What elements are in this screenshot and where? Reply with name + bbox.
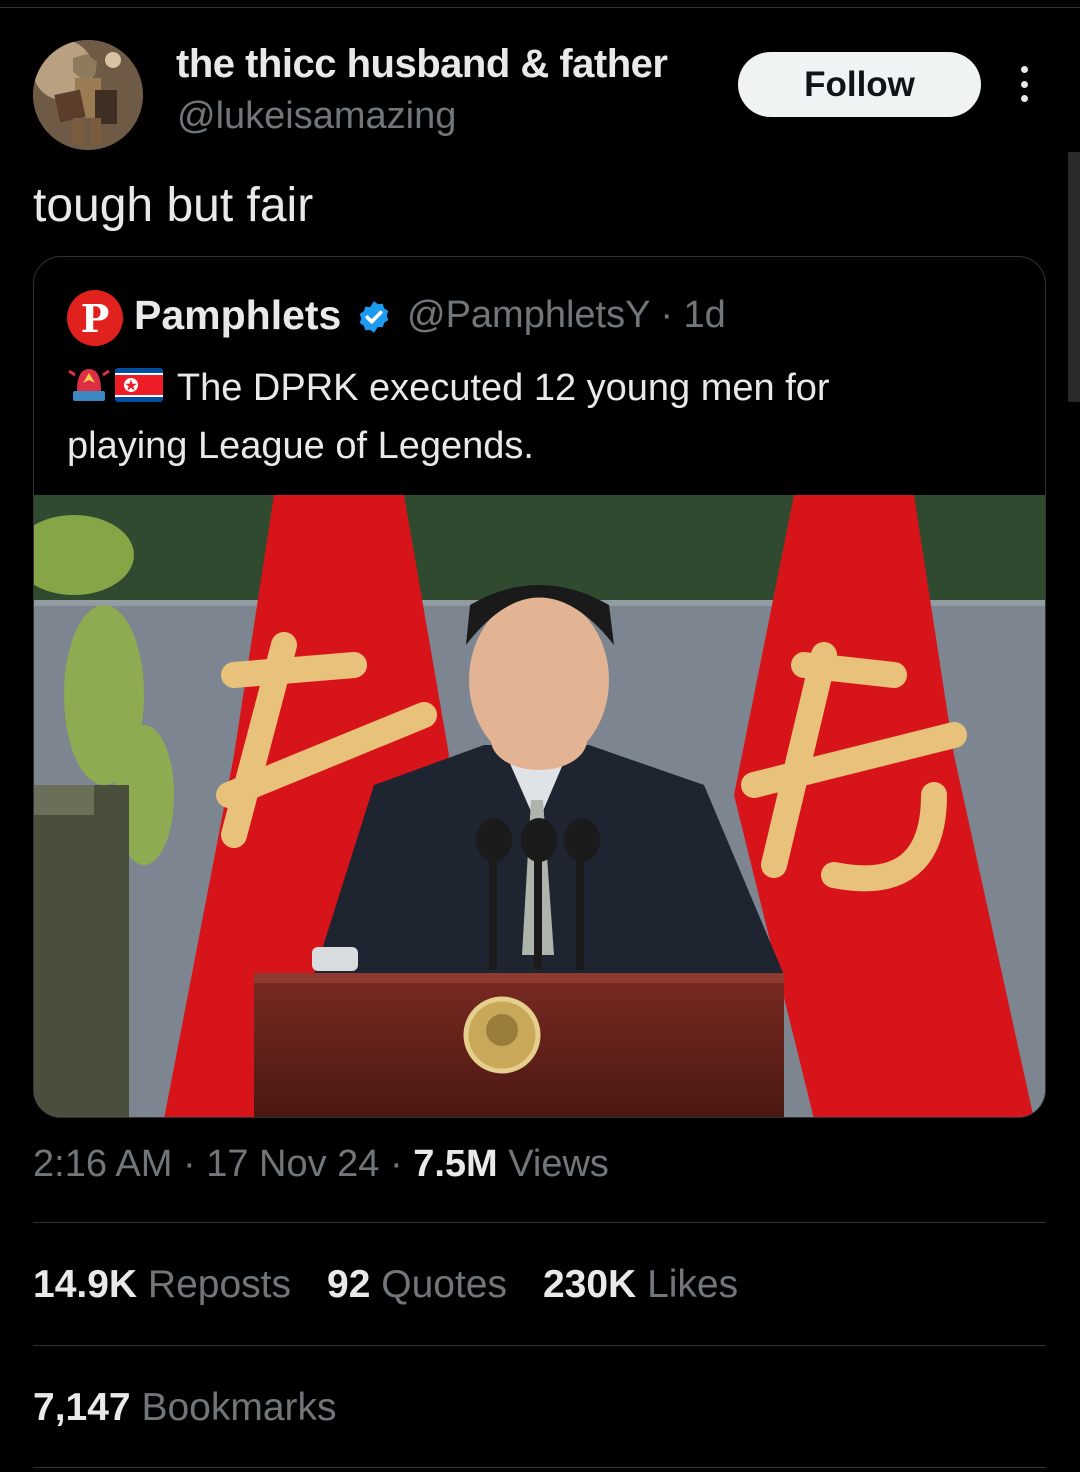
quoted-text-line2: playing League of Legends. (67, 425, 534, 467)
divider (33, 1222, 1046, 1223)
views-count: 7.5M (413, 1143, 498, 1185)
top-border (0, 0, 1080, 8)
quoted-author-name[interactable]: Pamphlets (134, 292, 341, 339)
quotes-label: Quotes (381, 1263, 507, 1306)
more-dot (1020, 80, 1028, 88)
tweet-meta: 2:16 AM · 17 Nov 24 · 7.5M Views (33, 1143, 609, 1186)
author-avatar[interactable] (33, 40, 143, 150)
quotes-count: 92 (327, 1263, 371, 1306)
views-label: Views (497, 1143, 609, 1185)
more-dot (1020, 95, 1028, 102)
likes-stat[interactable]: 230K Likes (543, 1263, 738, 1307)
likes-count: 230K (542, 1263, 637, 1306)
reposts-label: Reposts (147, 1263, 291, 1306)
reposts-stat[interactable]: 14.9K Reposts (33, 1263, 291, 1307)
divider (33, 1345, 1046, 1346)
tweet-text: tough but fair (33, 179, 314, 232)
bookmarks-label: Bookmarks (141, 1386, 337, 1429)
quotes-stat[interactable]: 92 Quotes (327, 1263, 507, 1307)
north-korea-flag-icon (115, 363, 163, 418)
bookmarks-count: 7,147 (33, 1386, 131, 1429)
reposts-count: 14.9K (33, 1263, 138, 1306)
engagement-stats: 14.9K Reposts 92 Quotes 230K Likes (33, 1263, 738, 1307)
verified-badge-icon (359, 301, 389, 333)
likes-label: Likes (647, 1263, 739, 1306)
author-display-name[interactable]: the thicc husband & father (176, 42, 668, 87)
author-handle[interactable]: @lukeisamazing (177, 95, 456, 138)
bookmarks-stat[interactable]: 7,147 Bookmarks (33, 1386, 337, 1430)
follow-button[interactable]: Follow (738, 52, 981, 117)
quoted-tweet-text: The DPRK executed 12 young men for playi… (67, 361, 1007, 474)
quoted-handle-time[interactable]: @PamphletsY · 1d (407, 294, 726, 337)
avatar-image (33, 40, 143, 150)
quoted-tweet-photo[interactable] (34, 495, 1045, 1117)
scrollbar[interactable] (1068, 152, 1080, 402)
quoted-text-line1: The DPRK executed 12 young men for (176, 367, 830, 410)
divider (33, 1467, 1046, 1468)
pamphlets-logo-avatar[interactable]: P (67, 290, 123, 346)
rotating-light-icon (67, 361, 111, 419)
more-options-icon[interactable] (1008, 62, 1040, 106)
more-dot (1020, 66, 1028, 73)
quoted-tweet[interactable]: P Pamphlets @PamphletsY · 1d The DPRK ex… (33, 256, 1046, 1118)
tweet-timestamp[interactable]: 2:16 AM · 17 Nov 24 · (33, 1143, 413, 1185)
photo-leader-at-podium (34, 495, 1045, 1117)
